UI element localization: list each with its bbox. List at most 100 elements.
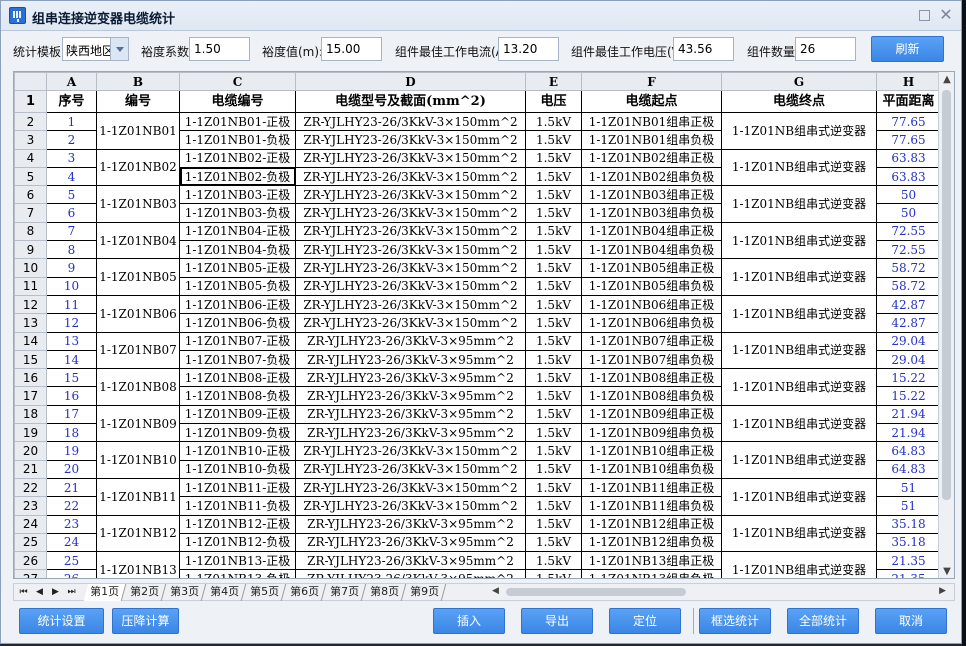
cable-id-cell[interactable]: 1-1Z01NB06-负极 xyxy=(179,313,296,333)
start-cell[interactable]: 1-1Z01NB03组串正极 xyxy=(581,185,722,205)
voltage-cell[interactable]: 1.5kV xyxy=(525,111,582,132)
voltage-cell[interactable]: 1.5kV xyxy=(525,130,582,150)
cable-id-cell[interactable]: 1-1Z01NB11-负极 xyxy=(179,496,296,516)
column-letter[interactable]: A xyxy=(46,72,97,91)
distance-cell[interactable]: 64.83 xyxy=(876,441,941,461)
row-number[interactable]: 27 xyxy=(14,569,47,578)
row-number[interactable]: 6 xyxy=(14,185,47,205)
end-cell[interactable]: 1-1Z01NB组串式逆变器 xyxy=(721,148,877,187)
cable-id-cell[interactable]: 1-1Z01NB01-正极 xyxy=(179,111,296,132)
start-cell[interactable]: 1-1Z01NB12组串正极 xyxy=(581,514,722,534)
row-number[interactable]: 19 xyxy=(14,423,47,443)
seq-cell[interactable]: 11 xyxy=(46,294,97,315)
cable-model-cell[interactable]: ZR-YJLHY23-26/3KkV-3×95mm^2 xyxy=(295,368,526,388)
cable-id-cell[interactable]: 1-1Z01NB06-正极 xyxy=(179,294,296,315)
column-letter[interactable]: H xyxy=(876,72,941,91)
end-cell[interactable]: 1-1Z01NB组串式逆变器 xyxy=(721,441,877,479)
start-cell[interactable]: 1-1Z01NB07组串负极 xyxy=(581,349,722,370)
distance-cell[interactable]: 63.83 xyxy=(876,166,941,187)
box-select-stat-button[interactable]: 框选统计 xyxy=(699,608,771,634)
locate-button[interactable]: 定位 xyxy=(609,608,681,634)
code-cell[interactable]: 1-1Z01NB11 xyxy=(96,477,180,516)
cable-model-cell[interactable]: ZR-YJLHY23-26/3KkV-3×150mm^2 xyxy=(295,294,526,315)
cable-id-cell[interactable]: 1-1Z01NB11-正极 xyxy=(179,477,296,498)
tab-page-4[interactable]: 第4页 xyxy=(203,584,247,601)
voltage-cell[interactable]: 1.5kV xyxy=(525,496,582,516)
column-letter[interactable]: F xyxy=(581,72,722,91)
cable-id-cell[interactable]: 1-1Z01NB02-负极 xyxy=(179,166,296,187)
end-cell[interactable]: 1-1Z01NB组串式逆变器 xyxy=(721,331,877,370)
voltage-cell[interactable]: 1.5kV xyxy=(525,532,582,553)
spreadsheet[interactable]: A B C D E F G H 1 序号 编号 电缆编号 电缆型号及截面(mm^2) 电压 电缆起点 电缆终点… xyxy=(13,71,955,579)
seq-cell[interactable]: 2 xyxy=(46,130,97,150)
close-icon[interactable]: ✕ xyxy=(939,7,953,23)
fault-calc-button[interactable]: 压降计算 xyxy=(112,608,179,634)
code-cell[interactable]: 1-1Z01NB02 xyxy=(96,148,180,187)
code-cell[interactable]: 1-1Z01NB04 xyxy=(96,221,180,260)
cable-model-cell[interactable]: ZR-YJLHY23-26/3KkV-3×95mm^2 xyxy=(295,423,526,443)
code-cell[interactable]: 1-1Z01NB10 xyxy=(96,441,180,479)
row-number[interactable]: 4 xyxy=(14,148,47,168)
row-number[interactable]: 8 xyxy=(14,221,47,242)
margin-value-input[interactable] xyxy=(321,37,382,61)
start-cell[interactable]: 1-1Z01NB08组串负极 xyxy=(581,386,722,406)
start-cell[interactable]: 1-1Z01NB13组串正极 xyxy=(581,551,722,571)
tab-page-7[interactable]: 第7页 xyxy=(323,584,367,601)
cable-model-cell[interactable]: ZR-YJLHY23-26/3KkV-3×150mm^2 xyxy=(295,313,526,333)
distance-cell[interactable]: 42.87 xyxy=(876,313,941,333)
voltage-cell[interactable]: 1.5kV xyxy=(525,276,582,296)
cable-model-cell[interactable]: ZR-YJLHY23-26/3KkV-3×150mm^2 xyxy=(295,166,526,187)
voltage-cell[interactable]: 1.5kV xyxy=(525,294,582,315)
cable-id-cell[interactable]: 1-1Z01NB05-正极 xyxy=(179,258,296,278)
code-cell[interactable]: 1-1Z01NB05 xyxy=(96,258,180,296)
cable-id-cell[interactable]: 1-1Z01NB08-正极 xyxy=(179,368,296,388)
start-cell[interactable]: 1-1Z01NB05组串负极 xyxy=(581,276,722,296)
hscroll-thumb[interactable] xyxy=(506,588,686,596)
scroll-right-icon[interactable]: ▶ xyxy=(939,586,946,596)
tab-page-8[interactable]: 第8页 xyxy=(363,584,407,601)
chevron-down-icon[interactable] xyxy=(110,38,128,60)
tab-page-6[interactable]: 第6页 xyxy=(283,584,327,601)
maximize-icon[interactable] xyxy=(917,8,931,22)
distance-cell[interactable]: 50 xyxy=(876,185,941,205)
row-number[interactable]: 23 xyxy=(14,496,47,516)
margin-coef-input[interactable] xyxy=(189,37,250,61)
scroll-thumb[interactable] xyxy=(942,90,951,500)
distance-cell[interactable]: 63.83 xyxy=(876,148,941,168)
row-number[interactable]: 5 xyxy=(14,166,47,187)
first-page-icon[interactable]: ⏮ xyxy=(18,586,29,598)
start-cell[interactable]: 1-1Z01NB09组串正极 xyxy=(581,404,722,425)
code-cell[interactable]: 1-1Z01NB01 xyxy=(96,112,180,150)
distance-cell[interactable]: 58.72 xyxy=(876,276,941,296)
voltage-cell[interactable]: 1.5kV xyxy=(525,349,582,370)
cable-id-cell[interactable]: 1-1Z01NB12-正极 xyxy=(179,514,296,534)
header-cell[interactable]: 平面距离 xyxy=(876,90,941,113)
voltage-cell[interactable]: 1.5kV xyxy=(525,221,582,242)
distance-cell[interactable]: 77.65 xyxy=(876,111,941,132)
start-cell[interactable]: 1-1Z01NB10组串正极 xyxy=(581,441,722,461)
row-number[interactable]: 17 xyxy=(14,386,47,406)
distance-cell[interactable]: 42.87 xyxy=(876,294,941,315)
cable-id-cell[interactable]: 1-1Z01NB05-负极 xyxy=(179,276,296,296)
distance-cell[interactable]: 15.22 xyxy=(876,386,941,406)
best-current-input[interactable] xyxy=(498,37,559,61)
distance-cell[interactable]: 64.83 xyxy=(876,459,941,479)
start-cell[interactable]: 1-1Z01NB02组串正极 xyxy=(581,148,722,168)
end-cell[interactable]: 1-1Z01NB组串式逆变器 xyxy=(721,185,877,223)
voltage-cell[interactable]: 1.5kV xyxy=(525,423,582,443)
column-letter[interactable]: G xyxy=(721,72,877,91)
header-cell[interactable]: 电缆起点 xyxy=(581,90,722,113)
distance-cell[interactable]: 51 xyxy=(876,496,941,516)
cable-model-cell[interactable]: ZR-YJLHY23-26/3KkV-3×150mm^2 xyxy=(295,477,526,498)
start-cell[interactable]: 1-1Z01NB02组串负极 xyxy=(581,166,722,187)
vertical-scrollbar[interactable]: ▲ ▼ xyxy=(938,72,954,578)
row-number[interactable]: 14 xyxy=(14,331,47,351)
cable-id-cell[interactable]: 1-1Z01NB03-负极 xyxy=(179,203,296,223)
seq-cell[interactable]: 8 xyxy=(46,240,97,260)
header-cell[interactable]: 电压 xyxy=(525,90,582,113)
header-cell[interactable]: 电缆型号及截面(mm^2) xyxy=(295,90,526,113)
cable-id-cell[interactable]: 1-1Z01NB13-正极 xyxy=(179,551,296,571)
start-cell[interactable]: 1-1Z01NB03组串负极 xyxy=(581,203,722,223)
row-number[interactable]: 25 xyxy=(14,532,47,553)
voltage-cell[interactable]: 1.5kV xyxy=(525,386,582,406)
